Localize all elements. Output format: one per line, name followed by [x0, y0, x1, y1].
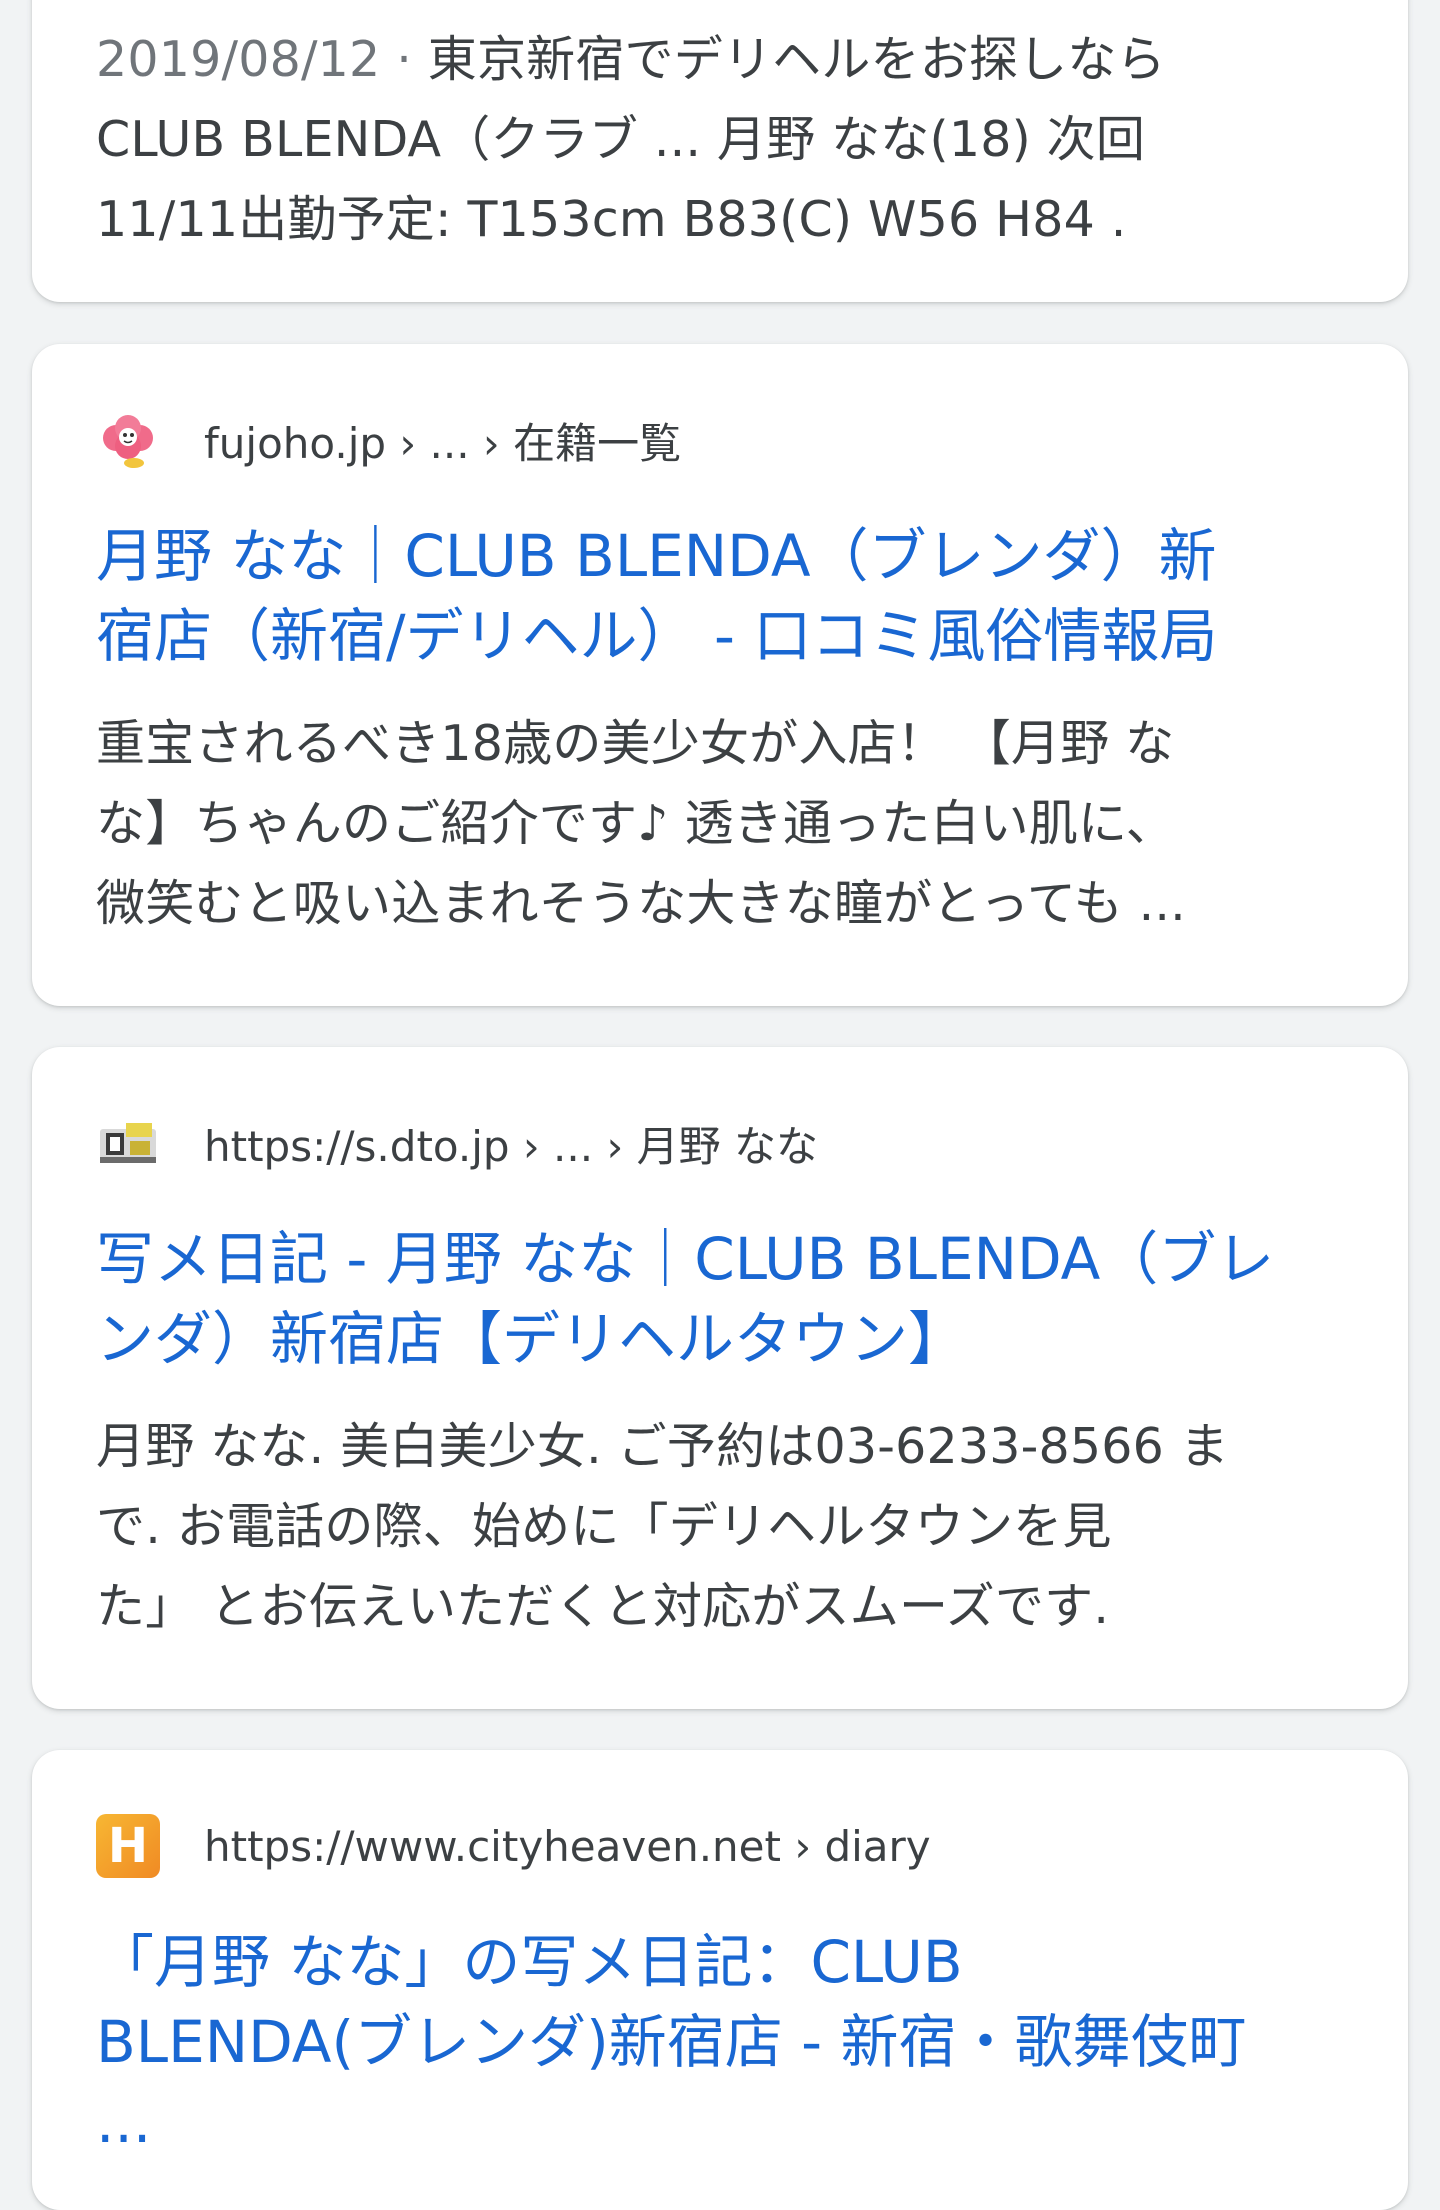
cityheaven-icon: H — [96, 1814, 160, 1878]
result-title-link[interactable]: 写メ日記 - 月野 なな｜CLUB BLENDA（ブレ ンダ）新宿店【デリヘルタ… — [96, 1219, 1344, 1379]
title-line: ンダ）新宿店【デリヘルタウン】 — [96, 1305, 967, 1373]
snippet-line: 月野 なな. 美白美少女. ご予約は03-6233-8566 ま — [96, 1418, 1229, 1475]
snippet-line: 11/11出勤予定: T153cm B83(C) W56 H84 . — [96, 191, 1127, 248]
title-line: 宿店（新宿/デリヘル） - 口コミ風俗情報局 — [96, 602, 1218, 670]
result-title-link[interactable]: 月野 なな｜CLUB BLENDA（ブレンダ）新 宿店（新宿/デリヘル） - 口… — [96, 516, 1344, 676]
title-line: BLENDA(ブレンダ)新宿店 - 新宿・歌舞伎町 — [96, 2008, 1247, 2076]
result-source[interactable]: H https://www.cityheaven.net › diary — [96, 1814, 1344, 1878]
result-card[interactable]: fujoho.jp › ... › 在籍一覧 月野 なな｜CLUB BLENDA… — [32, 344, 1408, 1006]
source-url: fujoho.jp › ... › 在籍一覧 — [204, 418, 682, 468]
snippet-line: 東京新宿でデリヘルをお探しなら — [427, 31, 1166, 88]
result-snippet: 2019/08/12 · 東京新宿でデリヘルをお探しなら CLUB BLENDA… — [96, 20, 1344, 260]
title-line: ... — [96, 2088, 152, 2156]
result-card[interactable]: 2019/08/12 · 東京新宿でデリヘルをお探しなら CLUB BLENDA… — [32, 0, 1408, 302]
title-line: 月野 なな｜CLUB BLENDA（ブレンダ）新 — [96, 522, 1217, 590]
source-url: https://s.dto.jp › ... › 月野 なな — [204, 1121, 818, 1171]
dto-icon — [96, 1111, 160, 1175]
result-source[interactable]: fujoho.jp › ... › 在籍一覧 — [96, 408, 1344, 472]
result-card[interactable]: H https://www.cityheaven.net › diary 「月野… — [32, 1750, 1408, 2210]
title-line: 「月野 なな」の写メ日記：CLUB — [96, 1928, 963, 1996]
search-results-page: { "results": [ { "date": "2019/08/12 · "… — [0, 0, 1440, 2210]
result-title-link[interactable]: 「月野 なな」の写メ日記：CLUB BLENDA(ブレンダ)新宿店 - 新宿・歌… — [96, 1922, 1344, 2162]
result-snippet: 重宝されるべき18歳の美少女が入店！ 【月野 な な】ちゃんのご紹介です♪ 透き… — [96, 704, 1344, 944]
cityheaven-letter: H — [107, 1818, 149, 1874]
fujoho-icon — [96, 408, 160, 472]
snippet-line: で. お電話の際、始めに「デリヘルタウンを見 — [96, 1498, 1112, 1555]
snippet-line: 重宝されるべき18歳の美少女が入店！ 【月野 な — [96, 715, 1175, 772]
snippet-line: な】ちゃんのご紹介です♪ 透き通った白い肌に、 — [96, 795, 1175, 852]
snippet-line: た」 とお伝えいただくと対応がスムーズです. — [96, 1578, 1110, 1635]
snippet-line: 微笑むと吸い込まれそうな大きな瞳がとっても ... — [96, 875, 1186, 932]
result-card[interactable]: https://s.dto.jp › ... › 月野 なな 写メ日記 - 月野… — [32, 1047, 1408, 1709]
snippet-line: CLUB BLENDA（クラブ ... 月野 なな(18) 次回 — [96, 111, 1146, 168]
title-line: 写メ日記 - 月野 なな｜CLUB BLENDA（ブレ — [96, 1225, 1275, 1293]
source-url: https://www.cityheaven.net › diary — [204, 1821, 931, 1871]
result-source[interactable]: https://s.dto.jp › ... › 月野 なな — [96, 1111, 1344, 1175]
result-snippet: 月野 なな. 美白美少女. ご予約は03-6233-8566 ま で. お電話の… — [96, 1407, 1344, 1647]
result-date: 2019/08/12 · — [96, 31, 428, 88]
